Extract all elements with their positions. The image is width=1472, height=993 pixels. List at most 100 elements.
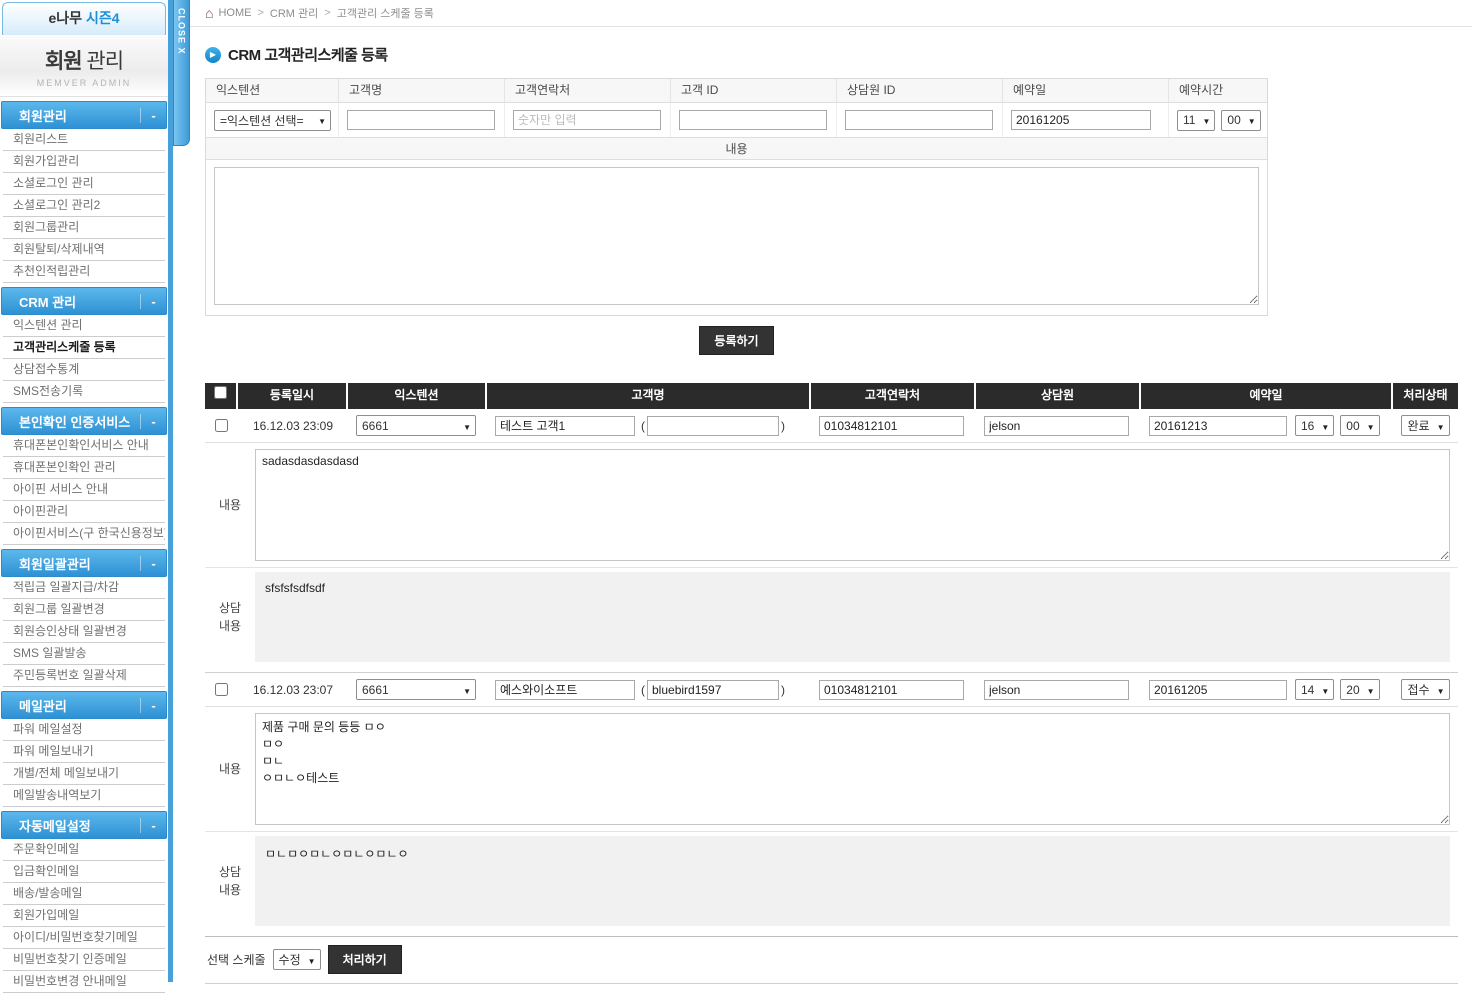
breadcrumb-home[interactable]: HOME (218, 7, 251, 19)
row-content-label: 내용 (205, 713, 255, 825)
sidebar-section-label: 자동메일설정 (2, 816, 140, 835)
row-minute-select[interactable]: 00 (1340, 415, 1379, 436)
sidebar-item[interactable]: 비밀번호찾기 인증메일 (3, 949, 165, 971)
row-name-input[interactable] (495, 680, 635, 700)
row-datetime: 16.12.03 23:09 (238, 419, 348, 433)
row-status-select[interactable]: 접수 (1401, 679, 1449, 700)
sidebar-item[interactable]: 적립금 일괄지급/차감 (3, 577, 165, 599)
sidebar-item[interactable]: SMS전송기록 (3, 381, 165, 403)
row-minute-select[interactable]: 20 (1340, 679, 1379, 700)
sidebar-item[interactable]: 회원탈퇴/삭제내역 (3, 239, 165, 261)
hour-select[interactable]: 11 (1177, 110, 1215, 131)
sidebar-item[interactable]: 아이디/비밀번호찾기메일 (3, 927, 165, 949)
contact-input[interactable] (513, 110, 661, 130)
row-content-textarea[interactable]: 제품 구매 문의 등등 ㅁㅇ ㅁㅇ ㅁㄴ ㅇㅁㄴㅇ테스트 (255, 713, 1450, 825)
col-header-status: 처리상태 (1393, 383, 1458, 409)
sidebar-item[interactable]: 익스텐션 관리 (3, 315, 165, 337)
sidebar-item[interactable]: 휴대폰본인확인 관리 (3, 457, 165, 479)
row-name-input[interactable] (495, 416, 635, 436)
collapse-icon[interactable]: - (140, 698, 166, 713)
select-arrow-icon (318, 113, 326, 127)
select-all-checkbox[interactable] (214, 386, 227, 399)
breadcrumb-crm[interactable]: CRM 관리 (270, 5, 318, 21)
register-button[interactable]: 등록하기 (699, 326, 773, 355)
collapse-icon[interactable]: - (140, 556, 166, 571)
sidebar-section-header[interactable]: CRM 관리- (1, 287, 167, 315)
sidebar-section-header[interactable]: 회원관리- (1, 101, 167, 129)
customer-name-input[interactable] (347, 110, 495, 130)
row-customer-id-input[interactable] (647, 416, 779, 436)
sidebar: e나무 시즌4 회원 관리 MEMVER ADMIN 회원관리-회원리스트회원가… (0, 0, 173, 982)
row-customer-id-input[interactable] (647, 680, 779, 700)
sidebar-item[interactable]: 파워 메일보내기 (3, 741, 165, 763)
breadcrumb-separator: > (257, 7, 263, 19)
collapse-icon[interactable]: - (140, 818, 166, 833)
row-content-label: 내용 (205, 449, 255, 561)
sidebar-item[interactable]: 회원그룹 일괄변경 (3, 599, 165, 621)
sidebar-item[interactable]: 아이핀관리 (3, 501, 165, 523)
row-agent-input[interactable] (984, 680, 1129, 700)
sidebar-close-tab[interactable]: CLOSE X (173, 0, 190, 146)
title-row: ▶ CRM 고객관리스케줄 등록 (205, 44, 1472, 65)
sidebar-item[interactable]: SMS 일괄발송 (3, 643, 165, 665)
minute-select[interactable]: 00 (1221, 110, 1260, 131)
row-checkbox[interactable] (215, 683, 228, 696)
row-date-input[interactable] (1149, 416, 1287, 436)
schedule-action-select[interactable]: 수정 (273, 949, 321, 970)
home-icon: ⌂ (205, 6, 213, 20)
sidebar-item[interactable]: 개별/전체 메일보내기 (3, 763, 165, 785)
collapse-icon[interactable]: - (140, 414, 166, 429)
sidebar-item[interactable]: 고객관리스케줄 등록 (3, 337, 165, 359)
hour-select-value: 11 (1183, 113, 1195, 127)
sidebar-item[interactable]: 소셜로그인 관리 (3, 173, 165, 195)
form-header-reserve-time: 예약시간 (1169, 79, 1267, 103)
sidebar-item[interactable]: 휴대폰본인확인서비스 안내 (3, 435, 165, 457)
sidebar-section-header[interactable]: 회원일괄관리- (1, 549, 167, 577)
row-agent-input[interactable] (984, 416, 1129, 436)
collapse-icon[interactable]: - (140, 108, 166, 123)
row-extension-select[interactable]: 6661 (356, 679, 476, 700)
row-date-input[interactable] (1149, 680, 1287, 700)
row-hour-select[interactable]: 16 (1295, 415, 1334, 436)
sidebar-item[interactable]: 회원가입메일 (3, 905, 165, 927)
extension-select[interactable]: =익스텐션 선택= (214, 110, 331, 131)
row-contact-input[interactable] (819, 416, 964, 436)
collapse-icon[interactable]: - (140, 294, 166, 309)
select-all-cell (205, 383, 238, 409)
sidebar-item[interactable]: 배송/발송메일 (3, 883, 165, 905)
row-contact-input[interactable] (819, 680, 964, 700)
sidebar-item[interactable]: 상담접수통계 (3, 359, 165, 381)
sidebar-item[interactable]: 파워 메일설정 (3, 719, 165, 741)
sidebar-section-list: 휴대폰본인확인서비스 안내휴대폰본인확인 관리아이핀 서비스 안내아이핀관리아이… (0, 435, 168, 545)
sidebar-item[interactable]: 주민등록번호 일괄삭제 (3, 665, 165, 687)
sidebar-item[interactable]: 입금확인메일 (3, 861, 165, 883)
sidebar-item[interactable]: 아이핀 서비스 안내 (3, 479, 165, 501)
row-hour-select[interactable]: 14 (1295, 679, 1334, 700)
sidebar-item[interactable]: 회원리스트 (3, 129, 165, 151)
sidebar-item[interactable]: 메일발송내역보기 (3, 785, 165, 807)
sidebar-section-header[interactable]: 본인확인 인증서비스- (1, 407, 167, 435)
process-button[interactable]: 처리하기 (328, 945, 402, 974)
sidebar-section-header[interactable]: 메일관리- (1, 691, 167, 719)
row-extension-select[interactable]: 6661 (356, 415, 476, 436)
sidebar-item[interactable]: 회원그룹관리 (3, 217, 165, 239)
select-arrow-icon (1437, 683, 1445, 697)
select-arrow-icon (1202, 113, 1210, 127)
col-header-agent: 상담원 (976, 383, 1141, 409)
sidebar-item[interactable]: 주문확인메일 (3, 839, 165, 861)
sidebar-item[interactable]: 회원가입관리 (3, 151, 165, 173)
row-content-textarea[interactable]: sadasdasdasdasd (255, 449, 1450, 561)
reserve-date-input[interactable] (1011, 110, 1151, 130)
sidebar-section-header[interactable]: 자동메일설정- (1, 811, 167, 839)
sidebar-item[interactable]: 비밀번호변경 안내메일 (3, 971, 165, 993)
sidebar-item[interactable]: 소셜로그인 관리2 (3, 195, 165, 217)
row-status-select[interactable]: 완료 (1401, 415, 1449, 436)
sidebar-item[interactable]: 아이핀서비스(구 한국신용정보) (3, 523, 165, 545)
row-checkbox[interactable] (215, 419, 228, 432)
agent-id-input[interactable] (845, 110, 993, 130)
customer-id-input[interactable] (679, 110, 827, 130)
form-content-textarea[interactable] (214, 167, 1259, 305)
table-header-row: 등록일시 익스텐션 고객명 고객연락처 상담원 예약일 처리상태 (205, 383, 1458, 409)
sidebar-item[interactable]: 추천인적립관리 (3, 261, 165, 283)
sidebar-item[interactable]: 회원승인상태 일괄변경 (3, 621, 165, 643)
